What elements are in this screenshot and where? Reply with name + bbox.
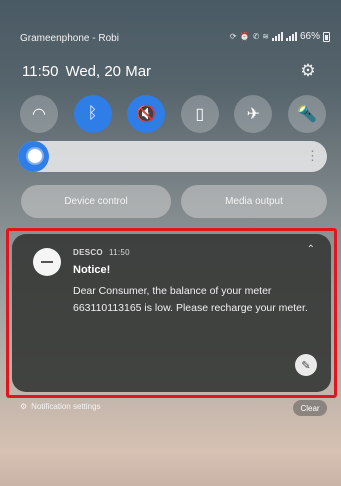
media-output-button[interactable]: Media output xyxy=(181,185,327,218)
clock-date[interactable]: Wed, 20 Mar xyxy=(65,63,151,80)
sync-icon: ⟳ xyxy=(229,32,237,41)
app-icon xyxy=(33,248,61,276)
wifi-icon[interactable]: ◠ xyxy=(20,95,58,133)
phone-portrait-icon[interactable]: ▯ xyxy=(180,95,219,133)
signal-sim1-icon xyxy=(271,32,283,41)
device-control-label: Device control xyxy=(64,196,128,207)
brightness-level[interactable] xyxy=(18,141,49,172)
app-name: DESCO xyxy=(73,248,103,257)
clear-button[interactable]: Clear xyxy=(293,400,327,416)
bluetooth-icon[interactable]: ᛒ xyxy=(73,95,112,133)
flashlight-icon[interactable]: 🔦 xyxy=(287,95,326,133)
carrier-label: Grameenphone - Robi xyxy=(20,33,119,44)
status-icons: ⟳ ⏰ ✆ ≋ 66% xyxy=(230,31,330,42)
battery-percent: 66% xyxy=(299,31,320,42)
sound-off-icon[interactable]: 🔇 xyxy=(127,95,166,133)
quick-settings-tiles: ◠ ᛒ 🔇 ▯ ✈ 🔦 xyxy=(20,95,326,133)
notification-highlight: DESCO 11:50 ⌃ Notice! Dear Consumer, the… xyxy=(6,228,337,398)
notification-title: Notice! xyxy=(73,264,111,276)
clock-row: 11:50 Wed, 20 Mar xyxy=(22,63,151,80)
clear-label: Clear xyxy=(300,403,320,413)
volte-icon: ≋ xyxy=(262,32,269,41)
alarm-icon: ⏰ xyxy=(239,32,250,41)
notification-header: DESCO 11:50 xyxy=(73,248,130,257)
notification-settings-label: Notification settings xyxy=(31,402,101,411)
notification-card[interactable]: DESCO 11:50 ⌃ Notice! Dear Consumer, the… xyxy=(12,234,331,392)
more-options-icon[interactable]: ⋮ xyxy=(306,148,319,164)
settings-icon: ⚙ xyxy=(20,402,28,411)
notification-settings-link[interactable]: ⚙ Notification settings xyxy=(20,402,101,411)
brightness-slider[interactable]: ⋮ xyxy=(18,141,327,172)
notification-time: 11:50 xyxy=(108,248,130,257)
signal-sim2-icon xyxy=(285,32,297,41)
status-bar: Grameenphone - Robi ⟳ ⏰ ✆ ≋ 66% xyxy=(20,31,330,47)
clock-time[interactable]: 11:50 xyxy=(22,63,58,80)
gear-icon[interactable]: ⚙ xyxy=(299,62,317,80)
brightness-icon xyxy=(28,149,42,163)
wifi-calling-icon: ✆ xyxy=(252,32,260,41)
expand-chevron-icon[interactable]: ⌃ xyxy=(307,244,315,255)
airplane-icon[interactable]: ✈ xyxy=(234,95,273,133)
media-output-label: Media output xyxy=(225,196,283,207)
device-control-button[interactable]: Device control xyxy=(21,185,171,218)
notification-action-icon[interactable]: ✎ xyxy=(295,354,317,376)
notification-body: Dear Consumer, the balance of your meter… xyxy=(73,285,308,314)
battery-icon xyxy=(323,31,330,42)
